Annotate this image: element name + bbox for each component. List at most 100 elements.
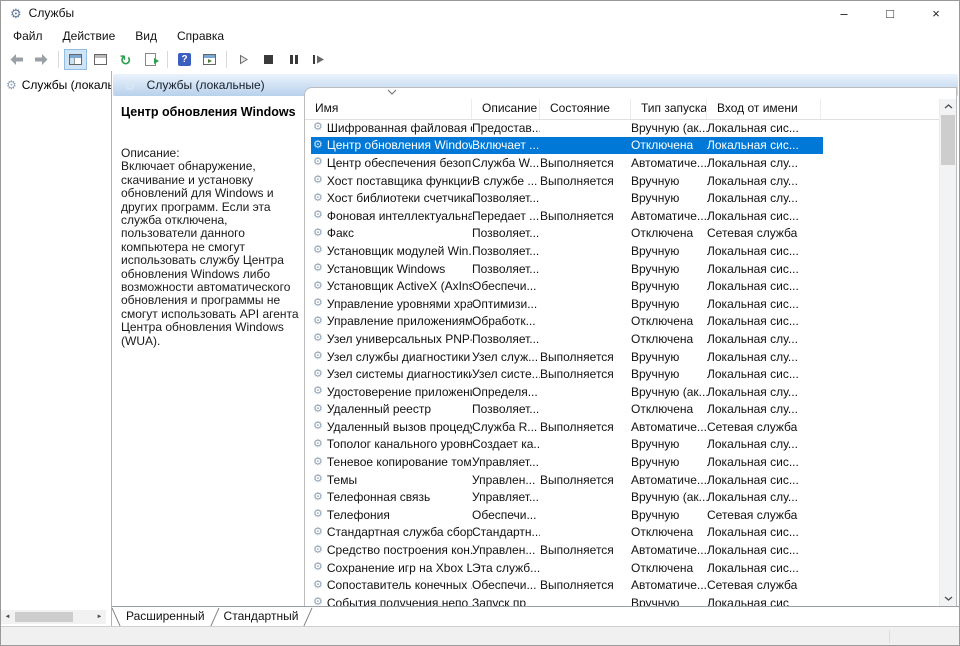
table-row[interactable]: ⚙Узел системы диагностикиУзел систе...Вы… [311, 365, 823, 383]
service-description: Эта служб... [472, 561, 540, 575]
refresh-icon[interactable]: ↻ [114, 49, 137, 70]
start-service-icon[interactable] [232, 49, 255, 70]
selected-service-title: Центр обновления Windows [121, 105, 300, 119]
export-list-icon[interactable] [139, 49, 162, 70]
scroll-left-icon[interactable]: ◄ [1, 610, 14, 624]
scroll-right-icon[interactable]: ► [93, 610, 106, 624]
pause-service-icon[interactable] [282, 49, 305, 70]
table-row[interactable]: ⚙Хост поставщика функции...В службе ... В… [311, 172, 823, 190]
show-console-tree-icon[interactable] [64, 49, 87, 70]
scrollbar-thumb[interactable] [15, 612, 73, 622]
table-row[interactable]: ⚙Тополог канального уровняСоздает ка...В… [311, 436, 823, 454]
table-row[interactable]: ⚙ТелефонияОбеспечи...ВручнуюСетевая служ… [311, 506, 823, 524]
table-row[interactable]: ⚙Фоновая интеллектуальна...Передает ...В… [311, 207, 823, 225]
scroll-down-icon[interactable] [940, 591, 956, 606]
service-logon-as: Локальная слу... [707, 174, 821, 188]
table-row[interactable]: ⚙Центр обеспечения безоп...Служба W...Вы… [311, 154, 823, 172]
tree-item-services-local[interactable]: ⚙ Службы (локальные) [1, 75, 111, 95]
help-icon[interactable]: ? [173, 49, 196, 70]
column-header-logon-as[interactable]: Вход от имени [707, 99, 821, 119]
service-gear-icon: ⚙ [313, 439, 323, 450]
table-row[interactable]: ⚙Управление уровнями хра...Оптимизи...Вр… [311, 295, 823, 313]
service-gear-icon: ⚙ [313, 298, 323, 309]
service-name-cell: ⚙Шифрованная файловая с... [311, 121, 472, 135]
extended-view-icon[interactable] [198, 49, 221, 70]
service-name: Теневое копирование тома [327, 455, 472, 469]
table-row[interactable]: ⚙Шифрованная файловая с...Предостав...Вр… [311, 119, 823, 137]
table-row[interactable]: ⚙Узел службы диагностикиУзел служ...Выпо… [311, 348, 823, 366]
close-button[interactable]: × [913, 1, 959, 25]
table-row[interactable]: ⚙Сопоставитель конечных ...Обеспечи...Вы… [311, 576, 823, 594]
table-row[interactable]: ⚙Телефонная связьУправляет...Вручную (ак… [311, 488, 823, 506]
vertical-scrollbar[interactable] [939, 99, 956, 606]
table-row[interactable]: ⚙События получения непоЗапуск прВручнуюЛ… [311, 594, 823, 606]
services-node-icon: ⚙ [6, 79, 17, 91]
service-logon-as: Локальная слу... [707, 490, 821, 504]
service-gear-icon: ⚙ [313, 316, 323, 327]
status-bar-divider [889, 630, 890, 643]
restart-service-icon[interactable] [307, 49, 330, 70]
tab-standard[interactable]: Стандартный [215, 607, 308, 627]
service-description: Стандартн... [472, 525, 540, 539]
table-row[interactable]: ⚙Удостоверение приложенияОпределя...Вруч… [311, 383, 823, 401]
service-name: Телефония [327, 508, 390, 522]
service-name-cell: ⚙Удаленный вызов процеду... [311, 420, 472, 434]
table-row[interactable]: ⚙Установщик модулей Win...Позволяет...Вр… [311, 242, 823, 260]
table-row[interactable]: ⚙Управление приложениямиОбработк...Отклю… [311, 313, 823, 331]
service-name-cell: ⚙Хост поставщика функции... [311, 174, 472, 188]
service-name: Центр обновления Windows [327, 138, 472, 152]
menu-file[interactable]: Файл [3, 25, 53, 47]
service-name-cell: ⚙События получения непо [311, 596, 472, 606]
table-row[interactable]: ⚙Узел универсальных PNP-...Позволяет...О… [311, 330, 823, 348]
table-row[interactable]: ⚙ФаксПозволяет...ОтключенаСетевая служба [311, 225, 823, 243]
menu-view[interactable]: Вид [125, 25, 167, 47]
minimize-button[interactable]: – [821, 1, 867, 25]
scroll-up-icon[interactable] [940, 99, 956, 114]
service-gear-icon: ⚙ [313, 140, 323, 151]
scrollbar-track[interactable] [14, 610, 93, 624]
service-name: Хост поставщика функции... [327, 174, 472, 188]
table-row[interactable]: ⚙Установщик ActiveX (AxIns...Обеспечи...… [311, 277, 823, 295]
table-row[interactable]: ⚙Сохранение игр на Xbox Li...Эта служб..… [311, 559, 823, 577]
column-header-name[interactable]: Имя [305, 99, 472, 119]
table-row[interactable]: ⚙Теневое копирование томаУправляет...Вру… [311, 453, 823, 471]
service-description: Передает ... [472, 209, 540, 223]
table-row[interactable]: ⚙Хост библиотеки счетчика...Позволяет...… [311, 189, 823, 207]
forward-icon[interactable] [30, 49, 53, 70]
toolbar: ↻ ? [1, 47, 959, 73]
menu-help[interactable]: Справка [167, 25, 234, 47]
service-logon-as: Локальная сис... [707, 543, 821, 557]
maximize-button[interactable]: □ [867, 1, 913, 25]
service-startup-type: Вручную [631, 508, 707, 522]
column-header-status[interactable]: Состояние [540, 99, 631, 119]
table-row[interactable]: ⚙Установщик WindowsПозволяет...ВручнуюЛо… [311, 260, 823, 278]
column-header-filler [821, 99, 956, 119]
back-icon[interactable] [5, 49, 28, 70]
service-startup-type: Вручную [631, 367, 707, 381]
service-startup-type: Вручную [631, 437, 707, 451]
scrollbar-thumb[interactable] [941, 115, 955, 165]
table-row[interactable]: ⚙Удаленный вызов процеду...Служба R...Вы… [311, 418, 823, 436]
stop-service-icon[interactable] [257, 49, 280, 70]
service-startup-type: Вручную [631, 455, 707, 469]
service-logon-as: Локальная сис... [707, 297, 821, 311]
service-logon-as: Сетевая служба [707, 420, 821, 434]
table-row[interactable]: ⚙ТемыУправлен...ВыполняетсяАвтоматиче...… [311, 471, 823, 489]
tab-extended[interactable]: Расширенный [117, 606, 214, 626]
menu-action[interactable]: Действие [53, 25, 126, 47]
service-startup-type: Вручную [631, 174, 707, 188]
service-description: В службе ... [472, 174, 540, 188]
column-header-description[interactable]: Описание [472, 99, 540, 119]
sort-descending-icon [387, 89, 397, 95]
properties-window-icon[interactable] [89, 49, 112, 70]
service-name-cell: ⚙ Центр обновления Windows [311, 138, 472, 152]
column-header-startup-type[interactable]: Тип запуска [631, 99, 707, 119]
table-row[interactable]: ⚙Средство построения кон...Управлен...Вы… [311, 541, 823, 559]
service-name: Фоновая интеллектуальна... [327, 209, 472, 223]
tree-horizontal-scrollbar[interactable]: ◄ ► [1, 610, 106, 624]
service-gear-icon: ⚙ [313, 421, 323, 432]
service-name: Установщик Windows [327, 262, 445, 276]
table-row[interactable]: ⚙Удаленный реестрПозволяет...ОтключенаЛо… [311, 401, 823, 419]
table-row[interactable]: ⚙Стандартная служба сбор...Стандартн...О… [311, 524, 823, 542]
table-row[interactable]: ⚙Центр обновления WindowsВключает ...Отк… [311, 137, 823, 155]
